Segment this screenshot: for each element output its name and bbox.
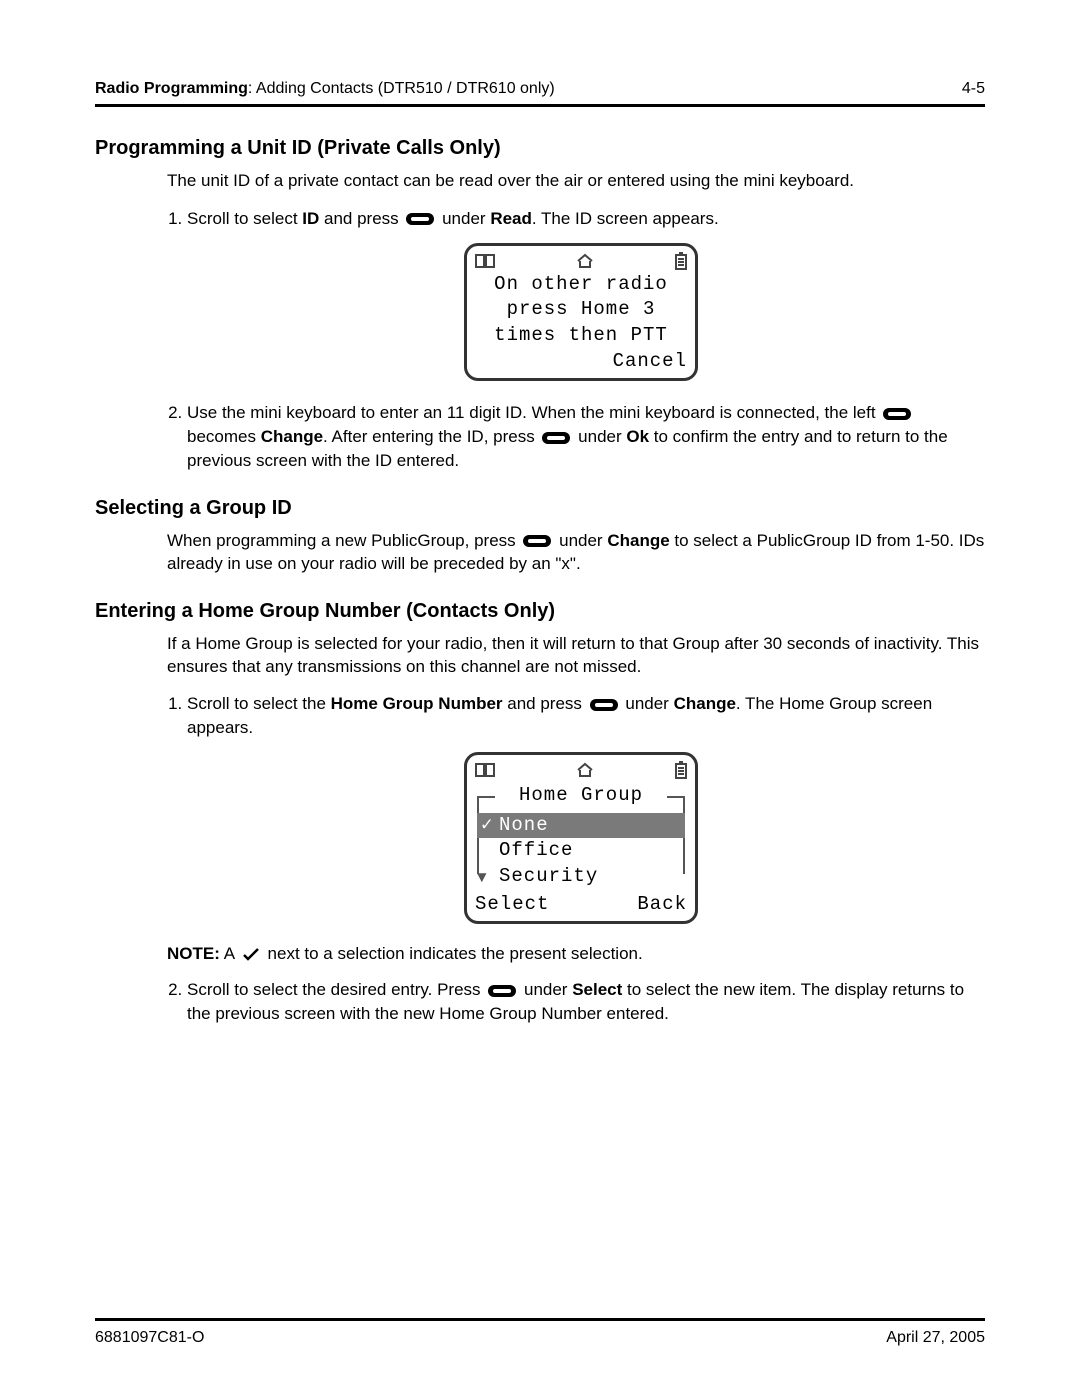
- document-page: Radio Programming: Adding Contacts (DTR5…: [0, 0, 1080, 1397]
- lcd-list-item: Office: [477, 838, 685, 864]
- section-intro-unit-id: The unit ID of a private contact can be …: [167, 170, 985, 193]
- lcd-statusbar: [473, 252, 689, 272]
- page-content: Programming a Unit ID (Private Calls Onl…: [95, 137, 985, 1026]
- steps-unit-id: Scroll to select ID and press under Read…: [187, 207, 985, 473]
- battery-icon: [675, 252, 687, 270]
- home-icon: [576, 762, 594, 778]
- lcd-id-screen: On other radio press Home 3 times then P…: [464, 243, 698, 382]
- scroll-down-icon: ▼: [477, 868, 488, 890]
- lcd-group-title: Home Group: [477, 783, 685, 809]
- page-header: Radio Programming: Adding Contacts (DTR5…: [95, 80, 985, 107]
- step-2-unit-id: Use the mini keyboard to enter an 11 dig…: [187, 401, 985, 472]
- header-breadcrumb: Radio Programming: Adding Contacts (DTR5…: [95, 80, 555, 98]
- softkey-icon: [883, 408, 911, 420]
- section-intro-home-group: If a Home Group is selected for your rad…: [167, 633, 985, 679]
- lcd-line: On other radio: [473, 272, 689, 298]
- steps-home-group-cont: Scroll to select the desired entry. Pres…: [187, 978, 985, 1026]
- battery-icon: [675, 761, 687, 779]
- note-line: NOTE: A next to a selection indicates th…: [167, 944, 985, 964]
- header-section: Radio Programming: [95, 80, 248, 97]
- check-icon: ✓: [481, 813, 493, 839]
- section-title-unit-id: Programming a Unit ID (Private Calls Onl…: [95, 137, 985, 160]
- lcd-line: times then PTT: [473, 323, 689, 349]
- softkey-icon: [590, 699, 618, 711]
- lcd-list-item-selected: ✓ None: [477, 813, 685, 839]
- home-icon: [576, 253, 594, 269]
- lcd-home-group-screen: Home Group ✓ None Office Security ▼ Sele…: [464, 752, 698, 924]
- lcd-statusbar: [473, 761, 689, 781]
- softkey-icon: [488, 985, 516, 997]
- header-page-number: 4-5: [962, 80, 985, 98]
- footer-doc-id: 6881097C81-O: [95, 1329, 204, 1347]
- book-icon: [475, 253, 495, 269]
- softkey-icon: [523, 535, 551, 547]
- header-subsection: : Adding Contacts (DTR510 / DTR610 only): [248, 80, 555, 97]
- lcd-line: press Home 3: [473, 297, 689, 323]
- footer-date: April 27, 2005: [886, 1329, 985, 1347]
- section-title-home-group: Entering a Home Group Number (Contacts O…: [95, 600, 985, 623]
- check-icon: [242, 948, 260, 962]
- step-1-home-group: Scroll to select the Home Group Number a…: [187, 692, 985, 924]
- section-body-group-id: When programming a new PublicGroup, pres…: [167, 530, 985, 576]
- section-title-group-id: Selecting a Group ID: [95, 497, 985, 520]
- lcd-softkey-cancel: Cancel: [473, 349, 689, 375]
- lcd-softkey-select: Select: [475, 892, 549, 918]
- steps-home-group: Scroll to select the Home Group Number a…: [187, 692, 985, 924]
- lcd-softkey-row: Select Back: [473, 892, 689, 918]
- softkey-icon: [542, 432, 570, 444]
- page-footer: 6881097C81-O April 27, 2005: [95, 1318, 985, 1347]
- lcd-list-item: Security: [477, 864, 685, 890]
- book-icon: [475, 762, 495, 778]
- step-2-home-group: Scroll to select the desired entry. Pres…: [187, 978, 985, 1026]
- lcd-softkey-back: Back: [637, 892, 687, 918]
- softkey-icon: [406, 213, 434, 225]
- step-1-unit-id: Scroll to select ID and press under Read…: [187, 207, 985, 381]
